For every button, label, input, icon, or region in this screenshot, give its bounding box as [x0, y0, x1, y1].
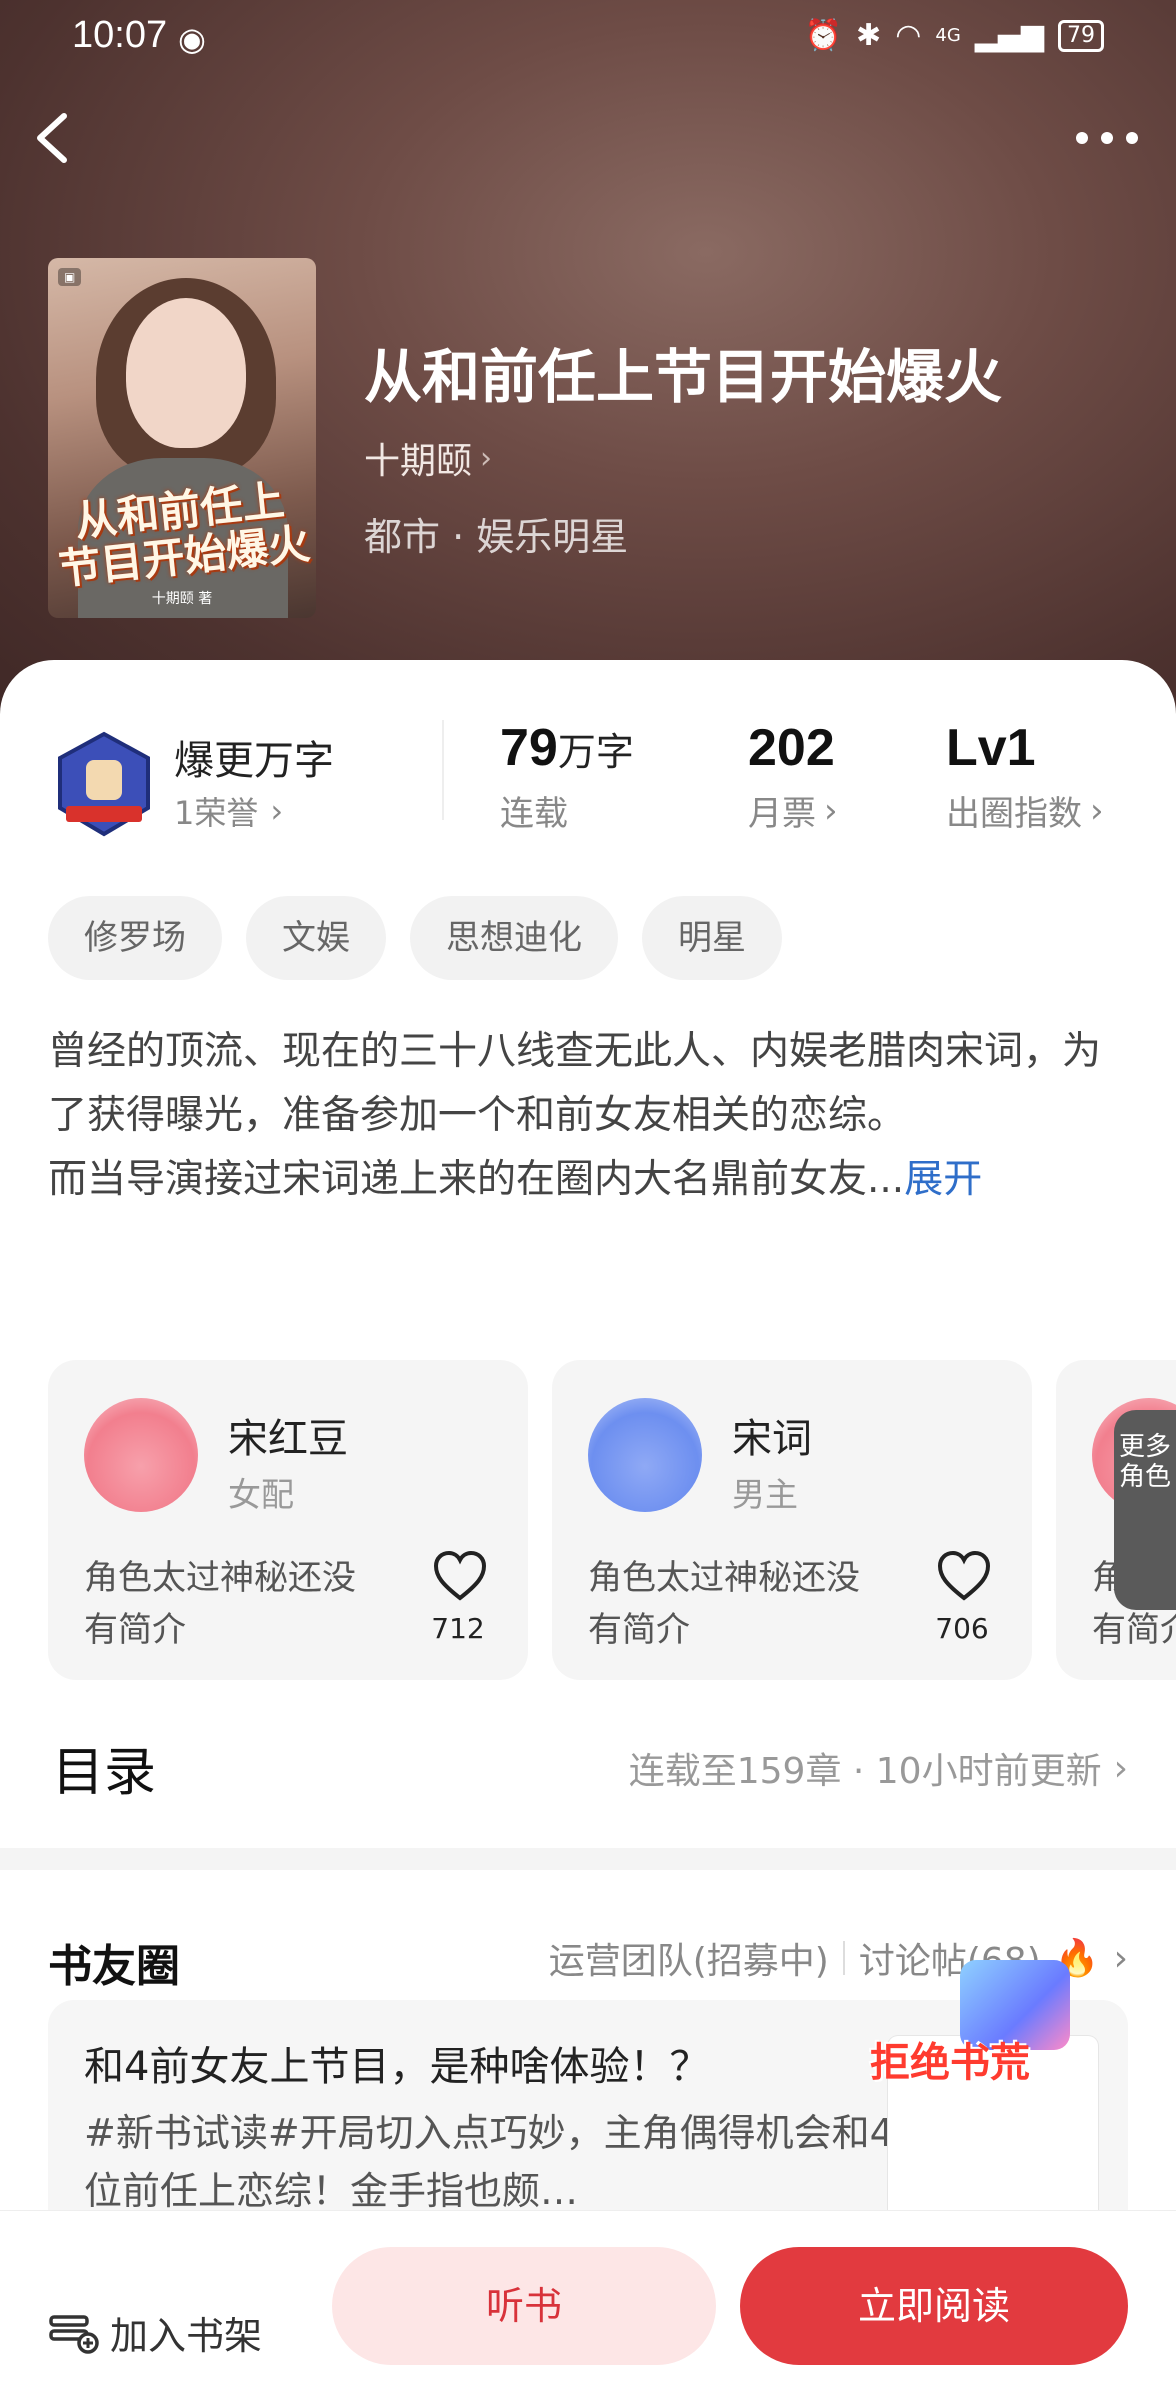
toc-title[interactable]: 目录: [52, 1730, 156, 1805]
back-arrow-icon[interactable]: [28, 108, 78, 168]
more-roles-button[interactable]: 更多角色: [1114, 1410, 1176, 1610]
role-description: 角色太过神秘还没有简介: [84, 1558, 356, 1650]
battery-icon: 79: [1058, 19, 1104, 52]
tag-chip[interactable]: 明星: [642, 896, 782, 980]
status-icons: ⏰ ✱ ◠ 4G ▂▄▆ 79: [805, 18, 1104, 53]
avatar: [84, 1398, 198, 1512]
author-link[interactable]: 十期颐 ›: [364, 432, 492, 484]
bluetooth-icon: ✱: [856, 18, 882, 53]
synopsis[interactable]: 曾经的顶流、现在的三十八线查无此人、内娱老腊肉宋词，为了获得曝光，准备参加一个和…: [48, 1020, 1138, 1212]
role-card[interactable]: 宋红豆 女配 角色太过神秘还没有简介 712: [48, 1360, 528, 1680]
role-carousel[interactable]: 宋红豆 女配 角色太过神秘还没有简介 712 宋词 男主 角色太过神秘还没有简介…: [48, 1360, 1176, 1680]
wifi-icon: ◠: [895, 18, 922, 53]
honor-count: 1荣誉: [174, 794, 259, 832]
role-name: 宋红豆: [228, 1416, 348, 1462]
stat-word-count: 79万字 连载: [500, 718, 634, 835]
role-description: 角色太过神秘还没有简介: [588, 1558, 860, 1650]
like-count: 712: [431, 1612, 485, 1645]
toc-update-info: 连载至159章 · 10小时前更新: [628, 1751, 1102, 1792]
tag-chip[interactable]: 思想迪化: [410, 896, 618, 980]
chevron-right-icon: ›: [1090, 790, 1104, 831]
bookshelf-add-icon: [49, 2314, 99, 2354]
book-circle-title: 书友圈: [48, 1941, 180, 1992]
tag-chip[interactable]: 文娱: [246, 896, 386, 980]
status-bar: 10:07 ◉ ⏰ ✱ ◠ 4G ▂▄▆ 79: [0, 14, 1176, 64]
stat-popularity-index[interactable]: Lv1 出圈指数 ›: [946, 718, 1104, 835]
stat-label: 出圈指数: [946, 794, 1082, 834]
post-title: 和4前女友上节目，是种啥体验！？: [84, 2044, 710, 2090]
book-genre: 都市 · 娱乐明星: [364, 515, 629, 559]
signal-icon: ▂▄▆: [974, 18, 1044, 53]
divider: [442, 720, 444, 820]
book-cover[interactable]: ▣ 从和前任上 节目开始爆火 十期颐 著: [48, 258, 316, 618]
avatar: [588, 1398, 702, 1512]
expand-link[interactable]: 展开: [904, 1157, 982, 1202]
post-excerpt: #新书试读#开局切入点巧妙，主角偶得机会和4位前任上恋综！金手指也颇…: [84, 2111, 894, 2213]
network-type: 4G: [935, 25, 961, 46]
stat-unit: 万字: [557, 730, 634, 774]
more-options-icon[interactable]: [1072, 118, 1142, 158]
divider: [842, 1941, 845, 1975]
book-header: 10:07 ◉ ⏰ ✱ ◠ 4G ▂▄▆ 79 ▣ 从和前任上 节目开始爆火 十…: [0, 0, 1176, 720]
cover-figure-face: [126, 298, 246, 448]
heart-icon[interactable]: [432, 1550, 488, 1602]
book-title: 从和前任上节目开始爆火: [364, 343, 1003, 411]
tag-list: 修罗场 文娱 思想迪化 明星: [48, 896, 782, 980]
add-to-shelf-button[interactable]: 加入书架: [48, 2305, 262, 2360]
stat-label: 连载: [500, 794, 568, 834]
honor-title: 爆更万字: [174, 738, 334, 784]
chevron-right-icon: ›: [270, 792, 284, 830]
alarm-icon: ⏰: [804, 18, 843, 53]
heart-icon[interactable]: [936, 1550, 992, 1602]
read-now-button[interactable]: 立即阅读: [740, 2247, 1128, 2365]
role-card[interactable]: 宋词 男主 角色太过神秘还没有简介 706: [552, 1360, 1032, 1680]
operations-team-link[interactable]: 运营团队(招募中): [549, 1932, 829, 1984]
status-time: 10:07: [72, 14, 168, 56]
stat-value: 79: [500, 719, 558, 777]
listen-button[interactable]: 听书: [332, 2247, 716, 2365]
toc-link[interactable]: 连载至159章 · 10小时前更新 ›: [629, 1742, 1128, 1794]
promo-banner[interactable]: 拒绝书荒: [870, 1960, 1140, 2110]
stat-label: 月票: [748, 794, 816, 834]
eye-icon: ◉: [178, 20, 206, 58]
stat-value: 202: [748, 719, 835, 777]
role-type: 男主: [732, 1475, 798, 1514]
role-name: 宋词: [732, 1416, 812, 1462]
cover-author: 十期颐 著: [151, 591, 213, 607]
chevron-right-icon: ›: [1113, 1747, 1128, 1789]
tag-chip[interactable]: 修罗场: [48, 896, 222, 980]
author-name: 十期颐: [364, 441, 473, 482]
bottom-action-bar: 加入书架 听书 立即阅读: [0, 2210, 1176, 2400]
promo-label: 拒绝书荒: [870, 2040, 1030, 2086]
role-type: 女配: [228, 1475, 294, 1514]
cover-publisher-logo: ▣: [58, 268, 82, 286]
honor-link[interactable]: 1荣誉 ›: [174, 788, 283, 834]
chevron-right-icon: ›: [480, 440, 493, 476]
stat-monthly-votes[interactable]: 202 月票 ›: [748, 718, 838, 835]
detail-sheet: 爆更万字 1荣誉 › 79万字 连载 202 月票 › Lv1 出圈指数 › 修罗场…: [0, 660, 1176, 2400]
add-to-shelf-label: 加入书架: [110, 2314, 263, 2358]
stat-value: Lv1: [946, 719, 1036, 777]
section-divider: [0, 1848, 1176, 1870]
like-count: 706: [935, 1612, 989, 1645]
chevron-right-icon: ›: [824, 790, 838, 831]
honor-badge-icon[interactable]: [52, 730, 156, 840]
